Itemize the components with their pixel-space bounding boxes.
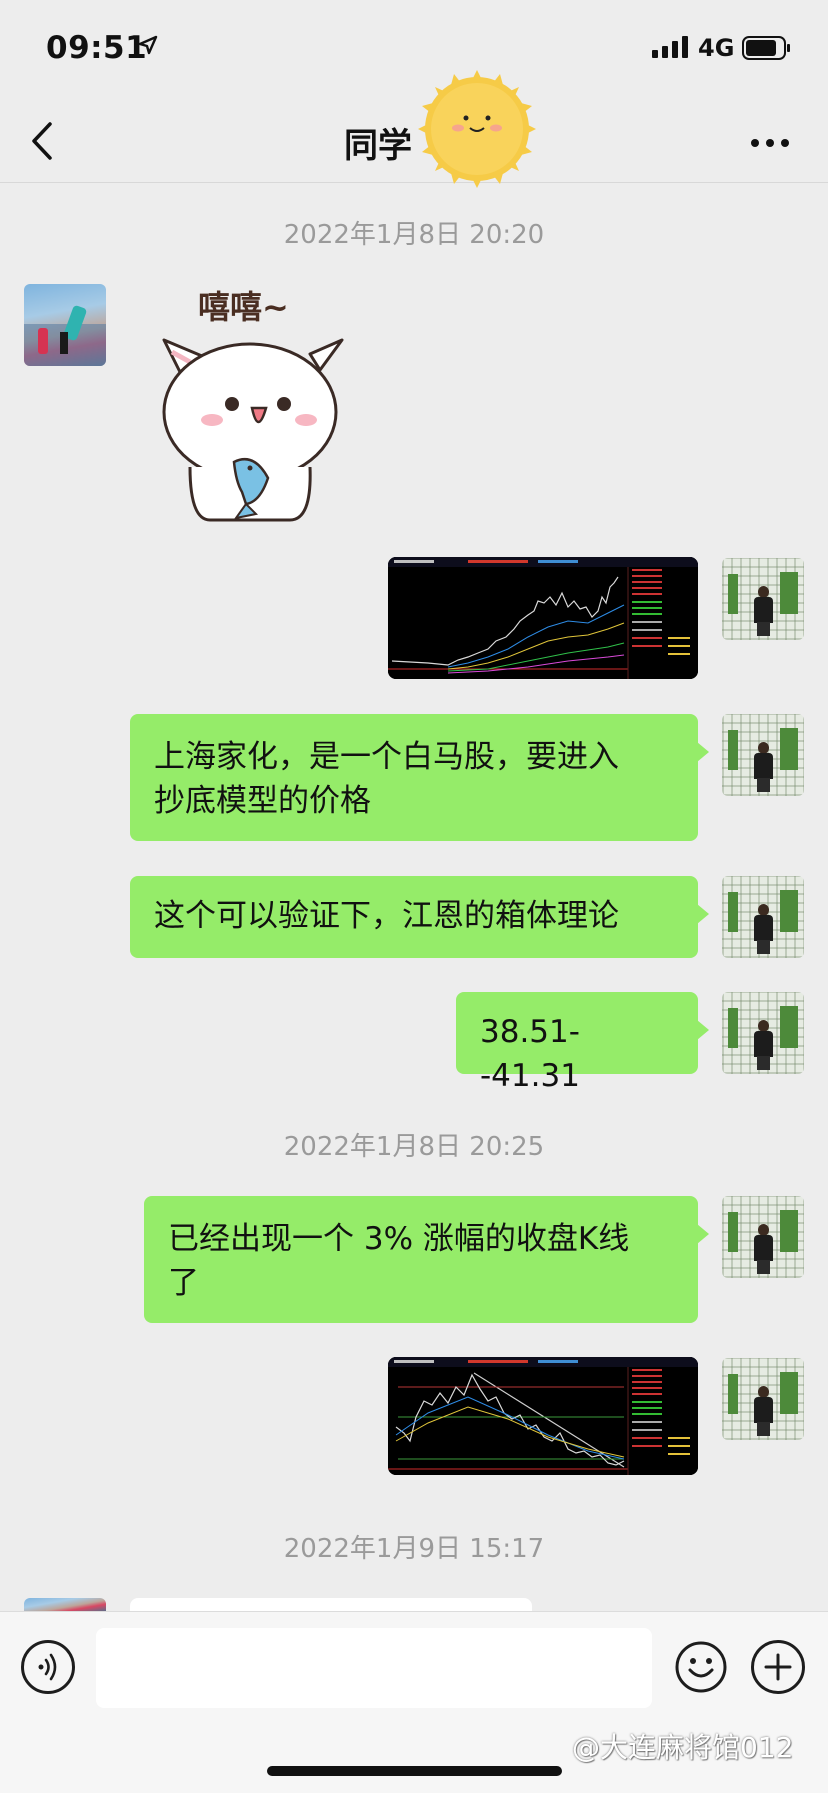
stock-chart-image[interactable]	[388, 1357, 698, 1475]
stock-chart-image[interactable]	[388, 557, 698, 679]
cat-sticker[interactable]: 嘻嘻~	[150, 282, 360, 522]
chat-title[interactable]: 同学	[344, 118, 412, 167]
message-text-line: 已经出现一个 3% 涨幅的收盘K线	[168, 1221, 630, 1257]
network-label: 4G	[698, 34, 735, 62]
message-text: 这个可以验证下，江恩的箱体理论	[154, 898, 619, 934]
message-bubble[interactable]: 38.51--41.31	[456, 992, 709, 1094]
message-text: 38.51--41.31	[480, 1014, 580, 1094]
cat-icon	[162, 338, 344, 522]
message-text-line: 上海家化，是一个白马股，要进入	[154, 739, 619, 775]
message-timestamp: 2022年1月9日 15:17	[283, 1534, 545, 1564]
friend-avatar[interactable]	[24, 1598, 106, 1611]
my-avatar[interactable]	[722, 1196, 804, 1278]
message-bubble[interactable]: 这个可以验证下，江恩的箱体理论	[130, 876, 709, 958]
watermark: @大连麻将馆012	[572, 1731, 794, 1764]
add-button[interactable]	[751, 1640, 805, 1694]
home-indicator[interactable]	[267, 1766, 562, 1776]
ellipsis-icon[interactable]	[750, 138, 790, 148]
my-avatar[interactable]	[722, 876, 804, 958]
chevron-left-icon[interactable]	[28, 120, 58, 162]
message-text-line: 了	[168, 1265, 199, 1301]
message-bubble[interactable]: 上海家化，是一个白马股，要进入 抄底模型的价格	[130, 714, 709, 841]
status-bar: 09:51 4G	[0, 0, 828, 100]
friend-avatar[interactable]	[24, 284, 106, 366]
my-avatar[interactable]	[722, 714, 804, 796]
message-bubble[interactable]	[130, 1598, 532, 1611]
voice-button[interactable]	[21, 1640, 75, 1694]
status-time: 09:51	[46, 30, 148, 66]
my-avatar[interactable]	[722, 558, 804, 640]
my-avatar[interactable]	[722, 992, 804, 1074]
location-arrow-icon	[138, 35, 158, 55]
battery-icon	[742, 36, 790, 60]
emoji-icon[interactable]	[674, 1640, 728, 1694]
my-avatar[interactable]	[722, 1358, 804, 1440]
message-text-line: 抄底模型的价格	[154, 783, 371, 819]
message-input[interactable]	[96, 1628, 652, 1708]
chat-header: 同学	[0, 100, 828, 183]
plus-icon	[764, 1653, 792, 1681]
message-timestamp: 2022年1月8日 20:20	[283, 220, 545, 250]
voice-icon	[38, 1653, 57, 1681]
sun-sticker	[418, 70, 536, 188]
message-timestamp: 2022年1月8日 20:25	[283, 1132, 545, 1162]
signal-icon	[652, 36, 688, 58]
message-bubble[interactable]: 已经出现一个 3% 涨幅的收盘K线 了	[144, 1196, 709, 1323]
